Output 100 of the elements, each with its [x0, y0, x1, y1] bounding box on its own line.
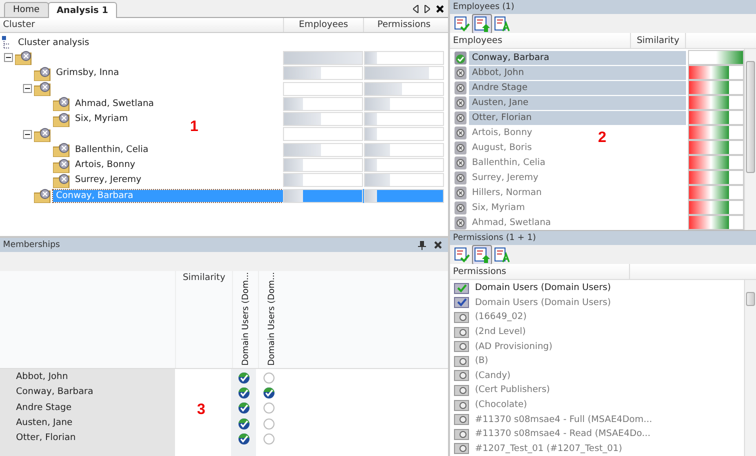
person-icon [454, 156, 467, 170]
permission-list-item[interactable]: #11370 s08msae4 - Full (MSAE4Dom... [475, 414, 652, 425]
group-icon [454, 428, 469, 440]
tree-item-label[interactable]: Six, Myriam [72, 113, 131, 126]
panel-title: Memberships [3, 240, 60, 250]
group-icon [454, 400, 469, 411]
employee-list-item[interactable]: Hillers, Norman [469, 186, 542, 200]
group-check-icon [454, 282, 469, 294]
employee-name: Conway, Barbara [15, 386, 94, 400]
close-icon[interactable] [434, 241, 442, 249]
group-icon [454, 312, 469, 323]
group-icon [454, 443, 469, 454]
group-icon [454, 414, 469, 426]
folder-user-icon [53, 158, 70, 173]
employee-list-item[interactable]: Otter, Florian [469, 110, 686, 124]
scrollbar[interactable] [744, 49, 756, 230]
column-header[interactable]: Employees [450, 33, 630, 48]
collapse-toggle-icon[interactable] [23, 84, 32, 94]
scroll-right-icon[interactable] [424, 4, 430, 12]
tab[interactable]: Home [4, 2, 49, 17]
list-check-icon[interactable] [454, 246, 470, 262]
folder-user-icon [34, 81, 51, 96]
tree-root-icon [2, 36, 10, 50]
permission-list-item[interactable]: #1207_Test_01 (#1207_Test_01) [475, 444, 622, 454]
tree-item-label[interactable]: Ahmad, Swetlana [72, 98, 157, 110]
employee-list-item[interactable]: Conway, Barbara [469, 50, 686, 64]
scroll-left-icon[interactable] [413, 4, 419, 12]
annotation-number: 1 [190, 118, 198, 135]
panel-title: Employees (1) [453, 2, 514, 12]
folder-user-icon [53, 96, 70, 112]
folder-user-icon [34, 126, 51, 142]
employee-name: Andre Stage [15, 402, 72, 415]
person-icon [454, 126, 467, 140]
folder-user-icon [53, 172, 70, 188]
group-icon [454, 341, 469, 352]
employee-list-item[interactable]: Abbot, John [469, 66, 686, 80]
person-icon [454, 170, 467, 184]
employee-list-item[interactable]: Artois, Bonny [469, 126, 532, 140]
permission-list-item[interactable]: (AD Provisioning) [475, 342, 552, 352]
tree-item-label[interactable]: Conway, Barbara [53, 190, 283, 202]
folder-user-icon [15, 50, 32, 66]
employee-list-item[interactable]: Surrey, Jeremy [469, 170, 538, 184]
column-header: Domain Users (Dom... [266, 272, 276, 366]
folder-user-icon [34, 188, 51, 204]
tree-root-label: Cluster analysis [18, 38, 90, 48]
scrollbar[interactable] [744, 280, 756, 456]
person-icon [454, 110, 467, 124]
permission-list-item[interactable]: Domain Users (Domain Users) [475, 283, 611, 294]
person-check-icon [454, 50, 467, 64]
close-icon[interactable] [436, 4, 444, 12]
list-letter-icon[interactable] [494, 16, 510, 32]
person-icon [454, 80, 467, 94]
permission-list-item[interactable]: (16649_02) [475, 312, 527, 322]
tab[interactable]: Analysis 1 [48, 2, 118, 18]
group-icon [454, 356, 469, 367]
employee-name: Otter, Florian [15, 432, 77, 446]
permission-list-item[interactable]: (Cert Publishers) [475, 385, 550, 396]
employee-list-item[interactable]: August, Boris [469, 140, 532, 154]
group-check-icon [454, 297, 469, 308]
person-icon [454, 96, 467, 110]
column-header[interactable]: Permissions [363, 18, 444, 32]
column-header: Similarity [175, 271, 232, 368]
group-icon [454, 370, 469, 382]
column-header[interactable]: Employees [283, 18, 363, 32]
tree-item-label[interactable]: Surrey, Jeremy [72, 174, 144, 186]
group-icon [454, 326, 469, 338]
tree-item-label[interactable]: Grimsby, Inna [53, 67, 122, 80]
person-icon [454, 66, 467, 80]
permission-list-item[interactable]: (Candy) [475, 370, 511, 381]
folder-user-icon [53, 112, 70, 127]
employee-list-item[interactable]: Six, Myriam [469, 200, 525, 214]
annotation-number: 3 [197, 401, 206, 418]
permission-list-item[interactable]: (Chocolate) [475, 400, 528, 410]
employee-list-item[interactable]: Andre Stage [469, 80, 686, 94]
permission-list-item[interactable]: (2nd Level) [475, 327, 526, 338]
employee-name: Austen, Jane [15, 416, 74, 430]
person-icon [454, 140, 467, 154]
pin-icon[interactable] [418, 240, 426, 250]
tree-item-label[interactable]: Artois, Bonny [72, 159, 138, 172]
employee-list-item[interactable]: Ballenthin, Celia [469, 156, 546, 170]
permission-list-item[interactable]: #11370 s08msae4 - Read (MSAE4Do... [475, 429, 650, 440]
person-icon [454, 200, 467, 214]
folder-user-icon [34, 66, 51, 81]
list-check-icon[interactable] [454, 16, 470, 32]
column-header[interactable]: Similarity [630, 33, 686, 48]
permission-list-item[interactable]: Domain Users (Domain Users) [475, 298, 611, 308]
collapse-toggle-icon[interactable] [4, 53, 13, 62]
employee-list-item[interactable]: Austen, Jane [469, 96, 686, 110]
person-icon [454, 186, 467, 200]
permission-list-item[interactable]: (B) [475, 356, 488, 366]
annotation-number: 2 [598, 129, 606, 146]
list-letter-icon[interactable] [494, 246, 510, 262]
group-icon [454, 384, 469, 396]
column-header[interactable]: Cluster [0, 18, 283, 32]
employee-name: Abbot, John [15, 371, 69, 384]
collapse-toggle-icon[interactable] [23, 130, 32, 139]
employee-list-item[interactable]: Ahmad, Swetlana [469, 216, 551, 230]
tree-item-label[interactable]: Ballenthin, Celia [72, 144, 152, 156]
folder-user-icon [53, 142, 70, 158]
column-header: Domain Users (Dom... [240, 272, 250, 366]
